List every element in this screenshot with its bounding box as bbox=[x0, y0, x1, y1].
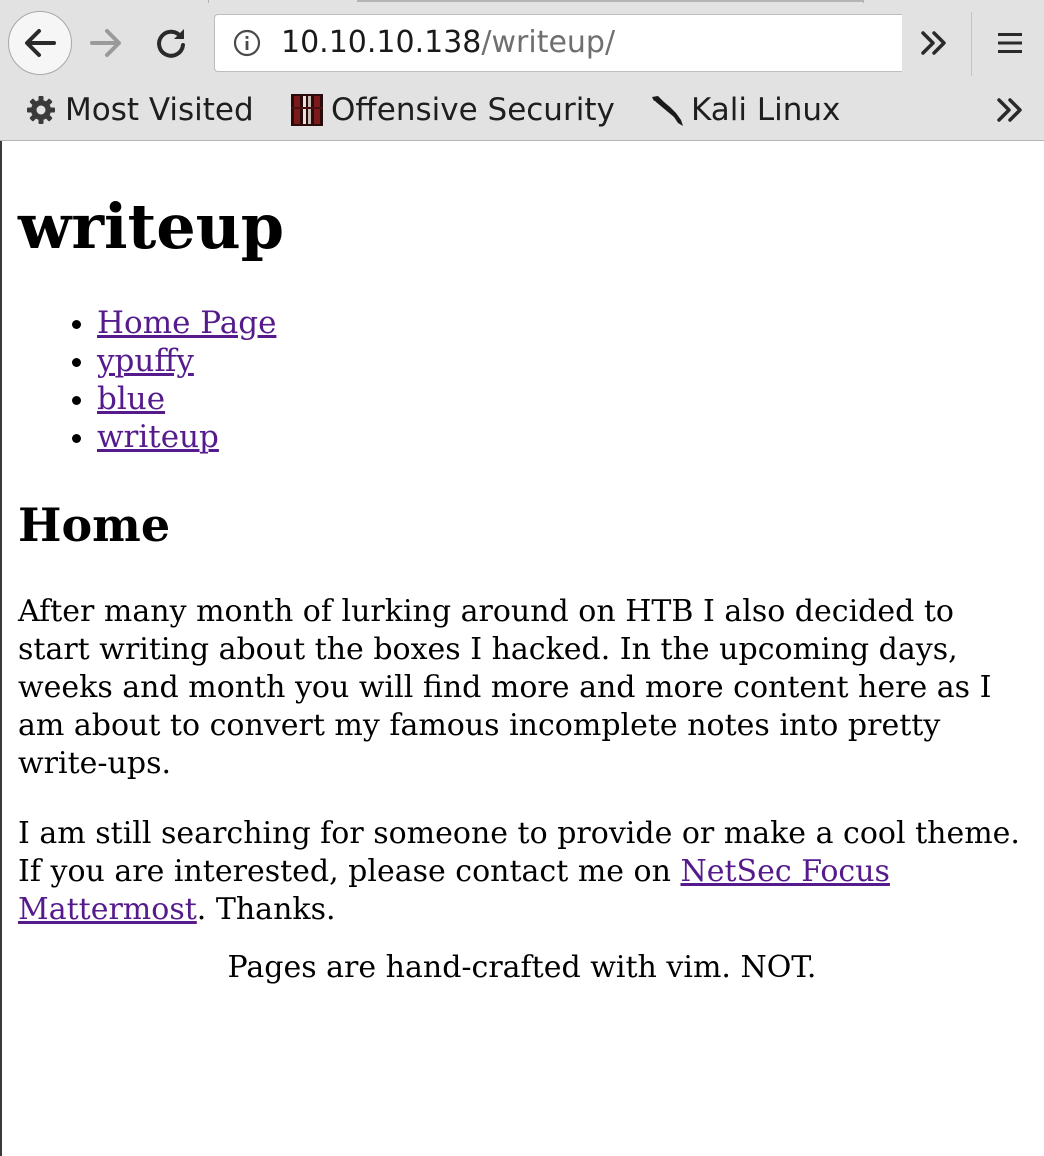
nav-link-blue[interactable]: blue bbox=[97, 381, 165, 417]
bookmark-label: Offensive Security bbox=[331, 92, 615, 128]
kali-dragon-icon bbox=[650, 93, 684, 127]
forward-button[interactable] bbox=[86, 22, 126, 64]
double-chevron-right-icon bbox=[997, 98, 1022, 122]
site-nav: Home Page ypuffy blue writeup bbox=[18, 304, 276, 456]
bookmark-label: Kali Linux bbox=[691, 92, 841, 128]
contact-text-end: . Thanks. bbox=[196, 892, 336, 927]
bookmark-most-visited[interactable]: Most Visited bbox=[24, 88, 254, 132]
gear-icon bbox=[24, 93, 58, 127]
nav-link-writeup[interactable]: writeup bbox=[97, 419, 219, 455]
list-item: Home Page bbox=[97, 304, 276, 342]
toolbar-separator bbox=[971, 12, 972, 76]
double-chevron-right-icon bbox=[921, 31, 946, 55]
list-item: blue bbox=[97, 380, 276, 418]
back-button[interactable] bbox=[8, 11, 72, 75]
arrow-left-icon bbox=[25, 29, 56, 57]
list-item: writeup bbox=[97, 418, 276, 456]
reload-button[interactable] bbox=[150, 22, 192, 64]
bookmark-kali-linux[interactable]: Kali Linux bbox=[650, 88, 840, 132]
toolbar-overflow-button[interactable] bbox=[912, 22, 956, 64]
contact-paragraph: I am still searching for someone to prov… bbox=[18, 815, 1034, 929]
nav-link-ypuffy[interactable]: ypuffy bbox=[97, 343, 194, 379]
bookmarks-overflow-button[interactable] bbox=[988, 90, 1032, 130]
active-tab-edge bbox=[357, 0, 863, 2]
page-footer: Pages are hand-crafted with vim. NOT. bbox=[227, 950, 817, 985]
menu-button[interactable] bbox=[988, 22, 1032, 64]
intro-paragraph: After many month of lurking around on HT… bbox=[18, 594, 992, 781]
viewport-edge bbox=[0, 141, 2, 1156]
hamburger-menu-icon bbox=[998, 33, 1022, 53]
arrow-right-icon bbox=[90, 29, 121, 57]
info-icon[interactable] bbox=[233, 29, 261, 57]
section-title: Home bbox=[18, 498, 171, 552]
list-item: ypuffy bbox=[97, 342, 276, 380]
reload-icon bbox=[157, 29, 185, 58]
bookmark-label: Most Visited bbox=[65, 92, 254, 128]
browser-toolbar: 10.10.10.138/writeup/ Most Visited Offen… bbox=[0, 0, 1044, 141]
url-path: /writeup/ bbox=[481, 25, 616, 60]
tab-strip-edge bbox=[208, 0, 864, 3]
url-text[interactable]: 10.10.10.138/writeup/ bbox=[281, 24, 615, 62]
url-host: 10.10.10.138 bbox=[281, 25, 482, 60]
bookmark-offensive-security[interactable]: Offensive Security bbox=[290, 88, 615, 132]
address-bar[interactable]: 10.10.10.138/writeup/ bbox=[214, 14, 902, 72]
offensive-security-favicon bbox=[290, 93, 324, 127]
page-title: writeup bbox=[18, 190, 285, 263]
nav-link-home-page[interactable]: Home Page bbox=[97, 305, 276, 341]
